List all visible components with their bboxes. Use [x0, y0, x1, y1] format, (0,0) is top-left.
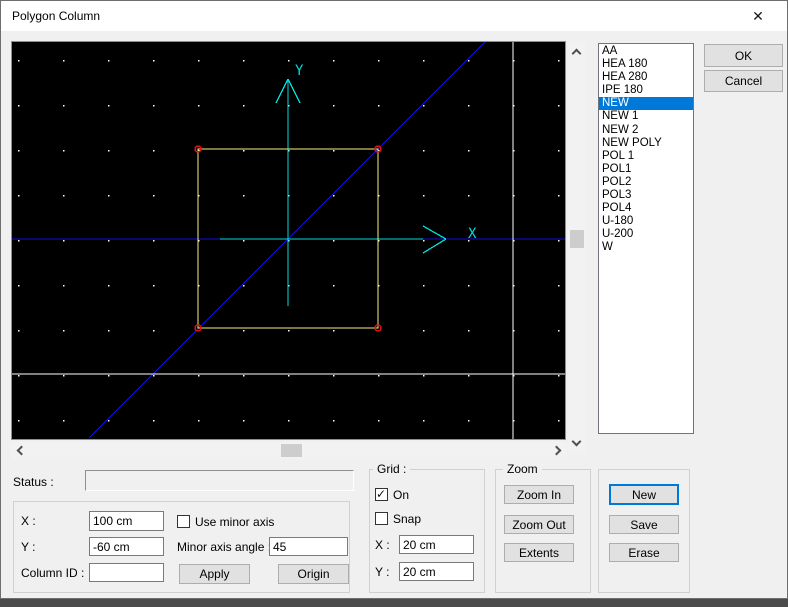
list-item[interactable]: AA: [599, 45, 693, 58]
status-label: Status :: [13, 475, 54, 489]
profile-listbox[interactable]: AAHEA 180HEA 280IPE 180NEWNEW 1NEW 2NEW …: [598, 43, 694, 434]
minor-axis-angle-label: Minor axis angle :: [177, 540, 271, 554]
list-item[interactable]: NEW POLY: [599, 137, 693, 150]
h-scroll-thumb[interactable]: [281, 444, 302, 457]
list-item[interactable]: U-200: [599, 228, 693, 241]
polygon-column-dialog: Polygon Column ✕ XY AAHEA 180HEA 280IPE …: [0, 0, 788, 599]
grid-y-label: Y :: [375, 565, 389, 579]
ok-button[interactable]: OK: [704, 44, 783, 67]
list-item[interactable]: NEW 1: [599, 110, 693, 123]
column-id-label: Column ID :: [21, 566, 84, 580]
x-label: X :: [21, 514, 36, 528]
axis-label-y: Y: [295, 63, 304, 79]
scroll-down-icon[interactable]: [572, 437, 582, 447]
background-window-strip: [0, 599, 788, 607]
grid-x-input[interactable]: [399, 535, 474, 554]
grid-x-label: X :: [375, 538, 390, 552]
grid-snap-label: Snap: [393, 512, 421, 526]
list-item[interactable]: POL2: [599, 176, 693, 189]
list-item[interactable]: POL3: [599, 189, 693, 202]
h-scrollbar[interactable]: [11, 442, 567, 459]
grid-group-title: Grid :: [373, 462, 410, 476]
save-button[interactable]: Save: [609, 515, 679, 534]
zoom-out-button[interactable]: Zoom Out: [504, 515, 574, 534]
y-input[interactable]: [89, 537, 164, 556]
status-field: [85, 470, 354, 491]
use-minor-axis-label: Use minor axis: [195, 515, 274, 529]
use-minor-axis-checkbox[interactable]: [177, 515, 190, 528]
list-item[interactable]: HEA 280: [599, 71, 693, 84]
scroll-up-icon[interactable]: [572, 49, 582, 59]
grid-snap-checkbox[interactable]: [375, 512, 388, 525]
list-item[interactable]: HEA 180: [599, 58, 693, 71]
list-item[interactable]: NEW 2: [599, 124, 693, 137]
window-titlebar: Polygon Column ✕: [1, 1, 787, 31]
list-item[interactable]: POL1: [599, 163, 693, 176]
list-item[interactable]: IPE 180: [599, 84, 693, 97]
apply-button[interactable]: Apply: [179, 564, 250, 584]
list-item[interactable]: POL4: [599, 202, 693, 215]
axis-label-x: X: [468, 226, 477, 242]
drawing-canvas[interactable]: XY: [11, 41, 566, 440]
scroll-left-icon[interactable]: [17, 446, 27, 456]
cancel-button[interactable]: Cancel: [704, 70, 783, 92]
close-icon: ✕: [752, 8, 764, 24]
list-item[interactable]: NEW: [599, 97, 693, 110]
close-button[interactable]: ✕: [741, 1, 775, 31]
scroll-right-icon[interactable]: [552, 446, 562, 456]
grid-on-label: On: [393, 488, 409, 502]
grid-y-input[interactable]: [399, 562, 474, 581]
v-scrollbar[interactable]: [568, 41, 586, 453]
column-id-input[interactable]: [89, 563, 164, 582]
erase-button[interactable]: Erase: [609, 543, 679, 562]
drawing-svg[interactable]: XY: [12, 42, 565, 439]
list-item[interactable]: W: [599, 241, 693, 254]
zoom-in-button[interactable]: Zoom In: [504, 485, 574, 504]
grid-on-checkbox[interactable]: [375, 488, 388, 501]
list-item[interactable]: U-180: [599, 215, 693, 228]
y-label: Y :: [21, 540, 35, 554]
x-input[interactable]: [89, 511, 164, 531]
v-scroll-thumb[interactable]: [570, 230, 584, 248]
origin-button[interactable]: Origin: [278, 564, 349, 584]
minor-axis-angle-input[interactable]: [269, 537, 348, 556]
window-title: Polygon Column: [12, 1, 100, 31]
list-item[interactable]: POL 1: [599, 150, 693, 163]
zoom-group-title: Zoom: [503, 462, 542, 476]
extents-button[interactable]: Extents: [504, 543, 574, 562]
new-button[interactable]: New: [609, 484, 679, 505]
